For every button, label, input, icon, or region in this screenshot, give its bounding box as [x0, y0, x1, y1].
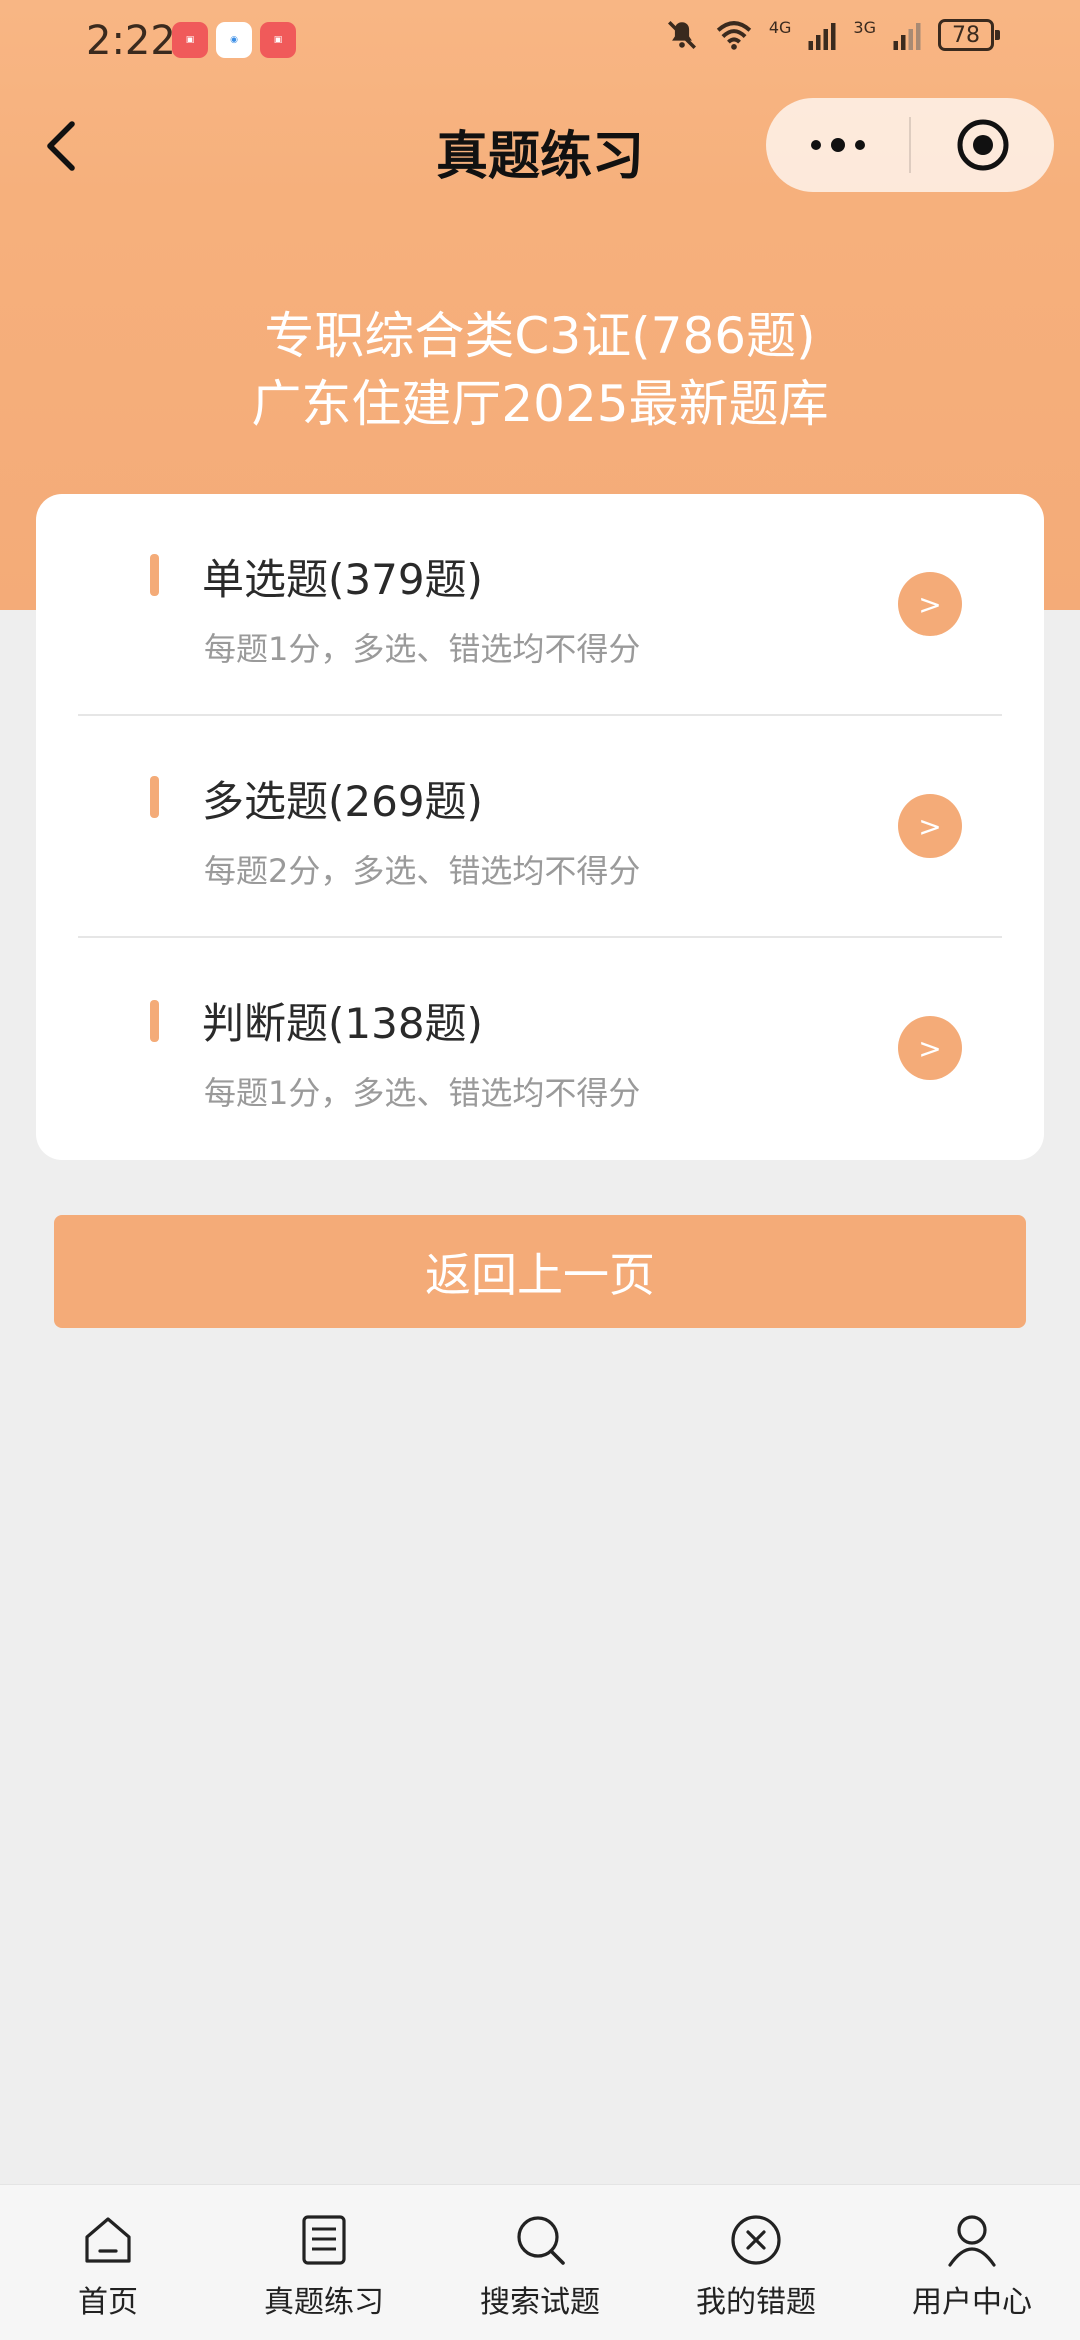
close-circle-icon [731, 2215, 781, 2265]
network-4g-label: 4G [768, 18, 792, 37]
signal-weak-icon [893, 23, 921, 50]
wifi-icon [716, 21, 752, 50]
status-indicators: 4G 3G 78 [665, 18, 1000, 52]
tab-practice[interactable]: 真题练习 [216, 2185, 432, 2340]
tab-label: 搜索试题 [480, 2285, 600, 2320]
question-type-multiple[interactable]: 多选题(269题) 每题2分，多选、错选均不得分 > [36, 716, 1044, 938]
search-icon [517, 2216, 565, 2265]
question-type-desc: 每题1分，多选、错选均不得分 [204, 630, 641, 668]
question-type-title: 判断题(138题) [202, 999, 483, 1048]
question-type-desc: 每题1分，多选、错选均不得分 [204, 1074, 641, 1112]
browser-app-icon: ◉ [216, 22, 252, 58]
status-bar: 2:22 ▣ ◉ ▣ 4G 3G 78 [0, 0, 1080, 84]
more-dots-icon [810, 138, 865, 152]
status-time: 2:22 [86, 18, 176, 64]
tab-label: 首页 [78, 2285, 138, 2320]
exam-subtitle: 广东住建厅2025最新题库 [251, 375, 829, 433]
question-type-card: 单选题(379题) 每题1分，多选、错选均不得分 > 多选题(269题) 每题2… [36, 494, 1044, 1160]
question-type-title: 多选题(269题) [202, 777, 483, 826]
huawei-app-icon: ▣ [260, 22, 296, 58]
home-icon [85, 2217, 131, 2263]
close-miniprogram-button[interactable] [911, 98, 1054, 192]
question-type-single[interactable]: 单选题(379题) 每题1分，多选、错选均不得分 > [36, 494, 1044, 716]
question-type-judgment[interactable]: 判断题(138题) 每题1分，多选、错选均不得分 > [36, 938, 1044, 1160]
arrow-right-button[interactable]: > [898, 1016, 962, 1080]
accent-bar [150, 1000, 159, 1042]
miniprogram-capsule [766, 98, 1054, 192]
tab-search[interactable]: 搜索试题 [432, 2185, 648, 2340]
network-3g-label: 3G [853, 18, 876, 37]
huawei-app-icon: ▣ [172, 22, 208, 58]
question-type-desc: 每题2分，多选、错选均不得分 [204, 852, 641, 890]
question-type-title: 单选题(379题) [202, 555, 483, 604]
accent-bar [150, 776, 159, 818]
battery-level: 78 [952, 22, 980, 48]
navigation-bar: 真题练习 [0, 96, 1080, 196]
battery-icon: 78 [938, 19, 1000, 51]
accent-bar [150, 554, 159, 596]
more-button[interactable] [766, 98, 909, 192]
arrow-right-button[interactable]: > [898, 572, 962, 636]
tab-label: 用户中心 [912, 2285, 1032, 2320]
exam-title: 专职综合类C3证(786题) [264, 307, 816, 365]
tab-label: 真题练习 [264, 2285, 384, 2320]
back-to-previous-button[interactable]: 返回上一页 [54, 1215, 1026, 1328]
user-icon [948, 2215, 996, 2267]
bottom-tab-bar: 首页 真题练习 搜索试题 我的错题 用户中心 [0, 2184, 1080, 2340]
tab-user-center[interactable]: 用户中心 [864, 2185, 1080, 2340]
signal-icon [808, 23, 836, 50]
document-icon [302, 2215, 346, 2265]
tab-home[interactable]: 首页 [0, 2185, 216, 2340]
tab-wrong-questions[interactable]: 我的错题 [648, 2185, 864, 2340]
target-circle-icon [957, 119, 1008, 171]
mute-bell-icon [667, 20, 696, 50]
tab-label: 我的错题 [696, 2285, 816, 2320]
arrow-right-button[interactable]: > [898, 794, 962, 858]
